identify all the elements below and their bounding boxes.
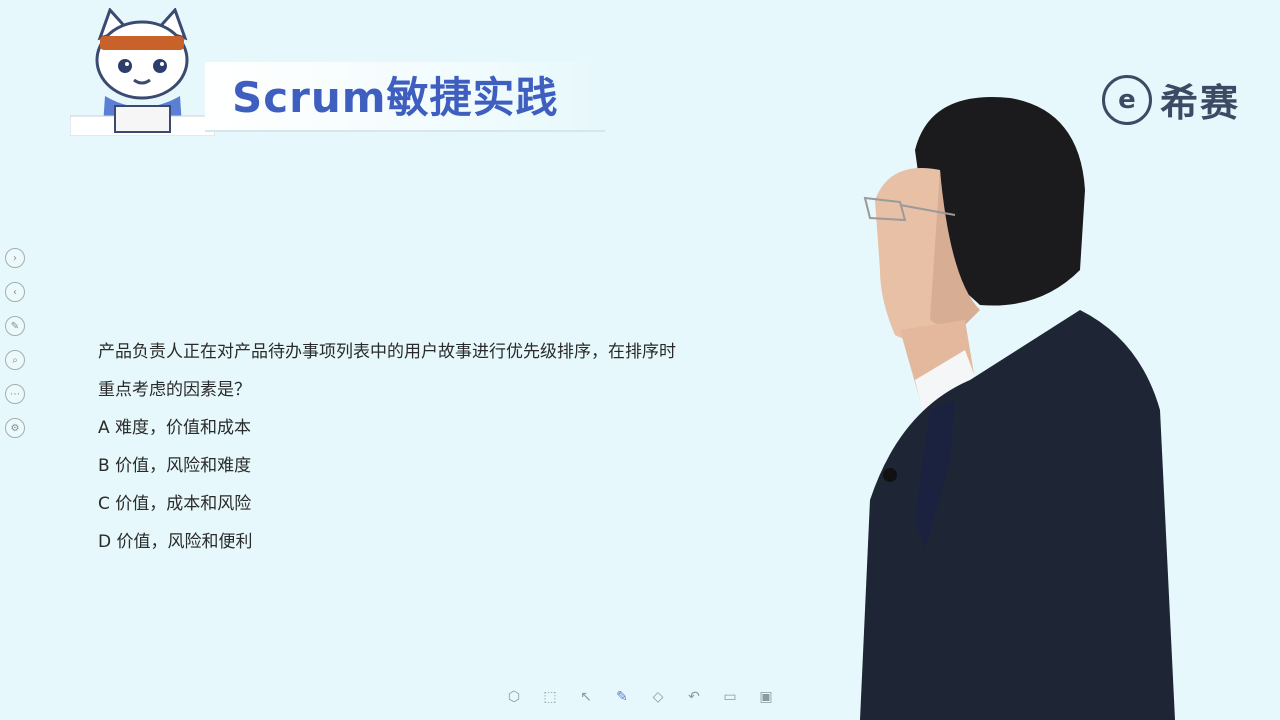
- back-icon[interactable]: ‹: [5, 282, 25, 302]
- exam-question: 产品负责人正在对产品待办事项列表中的用户故事进行优先级排序，在排序时 重点考虑的…: [98, 333, 858, 561]
- question-stem-line-2: 重点考虑的因素是？: [98, 380, 251, 400]
- pointer-icon[interactable]: ↖: [577, 688, 595, 706]
- bottom-toolbar: ⬡ ⬚ ↖ ✎ ◇ ↶ ▭ ▣: [505, 688, 775, 706]
- settings-icon[interactable]: ⚙: [5, 418, 25, 438]
- screen-icon[interactable]: ▣: [757, 688, 775, 706]
- question-stem-line-1: 产品负责人正在对产品待办事项列表中的用户故事进行优先级排序，在排序时: [98, 342, 676, 362]
- select-icon[interactable]: ⬚: [541, 688, 559, 706]
- course-title: Scrum敏捷实践: [232, 73, 559, 122]
- presenter-image: [860, 97, 1175, 720]
- forward-icon[interactable]: ›: [5, 248, 25, 268]
- pen-icon[interactable]: ✎: [5, 316, 25, 336]
- comment-icon[interactable]: ▭: [721, 688, 739, 706]
- undo-icon[interactable]: ↶: [685, 688, 703, 706]
- option-a: A 难度，价值和成本: [98, 418, 252, 438]
- eraser-icon[interactable]: ◇: [649, 688, 667, 706]
- left-toolbar: › ‹ ✎ ⌕ ⋯ ⚙: [5, 248, 25, 438]
- zoom-icon[interactable]: ⌕: [5, 350, 25, 370]
- pen-icon[interactable]: ✎: [613, 688, 631, 706]
- option-c: C 价值，成本和风险: [98, 494, 252, 514]
- option-b: B 价值，风险和难度: [98, 456, 252, 476]
- more-icon[interactable]: ⋯: [5, 384, 25, 404]
- option-d: D 价值，风险和便利: [98, 532, 253, 552]
- shape-icon[interactable]: ⬡: [505, 688, 523, 706]
- mascot-cat-logo: [70, 8, 215, 136]
